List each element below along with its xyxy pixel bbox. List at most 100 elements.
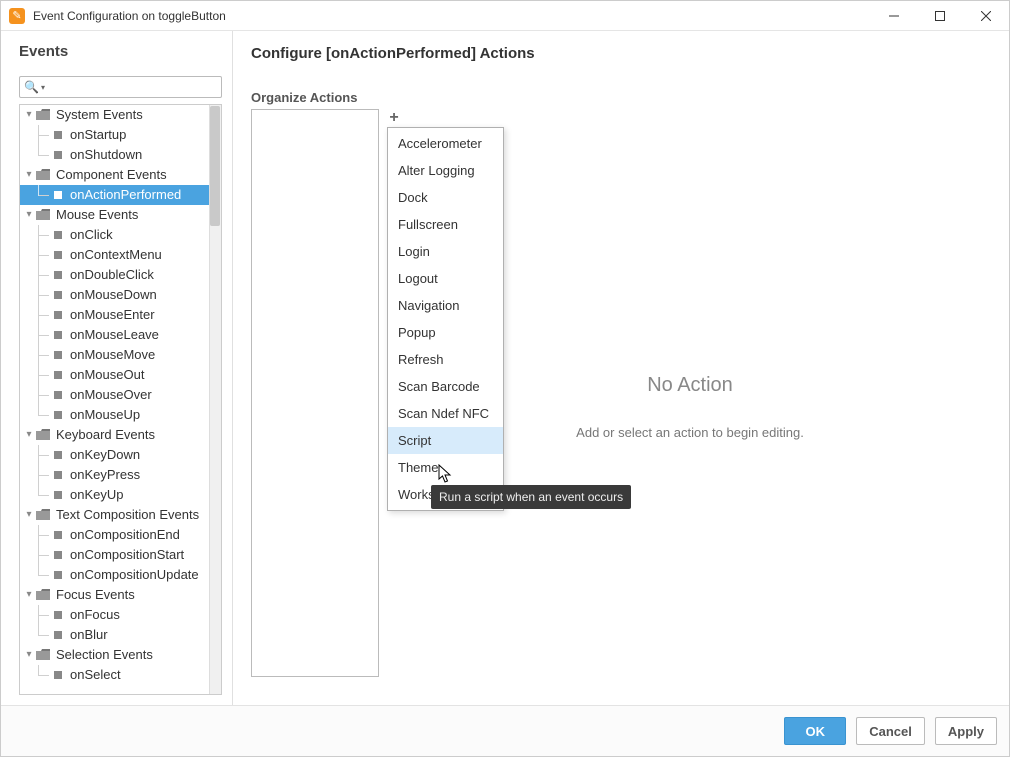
tree-group-label: Focus Events — [56, 585, 135, 605]
tree-group[interactable]: ▾ System Events — [20, 105, 209, 125]
collapse-icon[interactable]: ▾ — [24, 105, 34, 125]
maximize-button[interactable] — [917, 1, 963, 31]
tree-item[interactable]: onShutdown — [20, 145, 209, 165]
plus-icon: + — [389, 109, 398, 127]
dropdown-item[interactable]: Scan Barcode — [388, 373, 503, 400]
tree-item[interactable]: onKeyDown — [20, 445, 209, 465]
dropdown-item[interactable]: Navigation — [388, 292, 503, 319]
window-title: Event Configuration on toggleButton — [33, 9, 871, 23]
apply-button[interactable]: Apply — [935, 717, 997, 745]
dropdown-item[interactable]: Script — [388, 427, 503, 454]
event-icon — [54, 271, 62, 279]
dropdown-item[interactable]: Accelerometer — [388, 130, 503, 157]
dropdown-item[interactable]: Popup — [388, 319, 503, 346]
event-icon — [54, 371, 62, 379]
add-action-dropdown[interactable]: AccelerometerAlter LoggingDockFullscreen… — [387, 127, 504, 511]
dropdown-item[interactable]: Dock — [388, 184, 503, 211]
tree-group[interactable]: ▾Selection Events — [20, 645, 209, 665]
tree-item-label: onKeyDown — [70, 445, 140, 465]
event-icon — [54, 411, 62, 419]
tree-item-label: onClick — [70, 225, 113, 245]
add-action-button[interactable]: + — [385, 109, 403, 127]
folder-icon — [36, 429, 50, 441]
folder-icon — [36, 649, 50, 661]
tree-item[interactable]: onMouseLeave — [20, 325, 209, 345]
tree-item-label: onMouseOver — [70, 385, 152, 405]
tree-group-label: System Events — [56, 105, 143, 125]
tree-item[interactable]: onContextMenu — [20, 245, 209, 265]
no-action-hint: Add or select an action to begin editing… — [576, 425, 804, 440]
event-icon — [54, 671, 62, 679]
actions-list[interactable] — [251, 109, 379, 677]
search-input-wrapper[interactable]: 🔍 ▾ — [19, 76, 222, 98]
collapse-icon[interactable]: ▾ — [24, 425, 34, 445]
cancel-button[interactable]: Cancel — [856, 717, 925, 745]
tree-group[interactable]: ▾Text Composition Events — [20, 505, 209, 525]
event-icon — [54, 491, 62, 499]
dropdown-item[interactable]: Theme — [388, 454, 503, 481]
tree-item[interactable]: onActionPerformed — [20, 185, 209, 205]
event-icon — [54, 251, 62, 259]
tree-item-label: onActionPerformed — [70, 185, 181, 205]
tree-item-label: onMouseUp — [70, 405, 140, 425]
tree-group-label: Component Events — [56, 165, 167, 185]
collapse-icon[interactable]: ▾ — [24, 205, 34, 225]
event-icon — [54, 331, 62, 339]
tree-item[interactable]: onBlur — [20, 625, 209, 645]
dialog-footer: OK Cancel Apply — [1, 705, 1009, 756]
tree-item[interactable]: onMouseOut — [20, 365, 209, 385]
tree-item[interactable]: onMouseUp — [20, 405, 209, 425]
tree-item-label: onStartup — [70, 125, 126, 145]
event-icon — [54, 531, 62, 539]
tree-item[interactable]: onKeyUp — [20, 485, 209, 505]
tree-item[interactable]: onCompositionEnd — [20, 525, 209, 545]
event-icon — [54, 631, 62, 639]
tree-group[interactable]: ▾Mouse Events — [20, 205, 209, 225]
event-icon — [54, 131, 62, 139]
event-icon — [54, 391, 62, 399]
tree-item[interactable]: onDoubleClick — [20, 265, 209, 285]
tree-item-label: onCompositionEnd — [70, 525, 180, 545]
event-icon — [54, 291, 62, 299]
collapse-icon[interactable]: ▾ — [24, 645, 34, 665]
tree-item[interactable]: onMouseDown — [20, 285, 209, 305]
tree-group[interactable]: ▾ Keyboard Events — [20, 425, 209, 445]
dropdown-item[interactable]: Refresh — [388, 346, 503, 373]
tree-group[interactable]: ▾ Focus Events — [20, 585, 209, 605]
tree-item[interactable]: onKeyPress — [20, 465, 209, 485]
dropdown-item[interactable]: Login — [388, 238, 503, 265]
dropdown-item[interactable]: Scan Ndef NFC — [388, 400, 503, 427]
folder-icon — [36, 169, 50, 181]
dropdown-item[interactable]: Logout — [388, 265, 503, 292]
close-button[interactable] — [963, 1, 1009, 31]
collapse-icon[interactable]: ▾ — [24, 505, 34, 525]
events-tree[interactable]: ▾System EventsonStartuponShutdown▾Compon… — [20, 105, 209, 685]
tree-item[interactable]: onCompositionStart — [20, 545, 209, 565]
tree-item[interactable]: onMouseOver — [20, 385, 209, 405]
folder-icon — [36, 589, 50, 601]
event-icon — [54, 611, 62, 619]
tree-item[interactable]: onSelect — [20, 665, 209, 685]
tree-item-label: onCompositionUpdate — [70, 565, 199, 585]
tree-item[interactable]: onStartup — [20, 125, 209, 145]
ok-button[interactable]: OK — [784, 717, 846, 745]
tree-item-label: onMouseEnter — [70, 305, 155, 325]
tree-item[interactable]: onFocus — [20, 605, 209, 625]
event-icon — [54, 571, 62, 579]
tree-group[interactable]: ▾ Component Events — [20, 165, 209, 185]
tree-group-label: Keyboard Events — [56, 425, 155, 445]
minimize-button[interactable] — [871, 1, 917, 31]
dropdown-item[interactable]: Alter Logging — [388, 157, 503, 184]
tree-item[interactable]: onMouseMove — [20, 345, 209, 365]
tree-item[interactable]: onMouseEnter — [20, 305, 209, 325]
tree-item[interactable]: onClick — [20, 225, 209, 245]
tree-scrollbar-thumb[interactable] — [210, 106, 220, 226]
dropdown-item[interactable]: Fullscreen — [388, 211, 503, 238]
search-input[interactable] — [49, 78, 217, 96]
collapse-icon[interactable]: ▾ — [24, 165, 34, 185]
collapse-icon[interactable]: ▾ — [24, 585, 34, 605]
tree-scrollbar[interactable] — [209, 105, 221, 694]
tree-item[interactable]: onCompositionUpdate — [20, 565, 209, 585]
search-dropdown-caret-icon[interactable]: ▾ — [41, 83, 45, 92]
event-icon — [54, 311, 62, 319]
